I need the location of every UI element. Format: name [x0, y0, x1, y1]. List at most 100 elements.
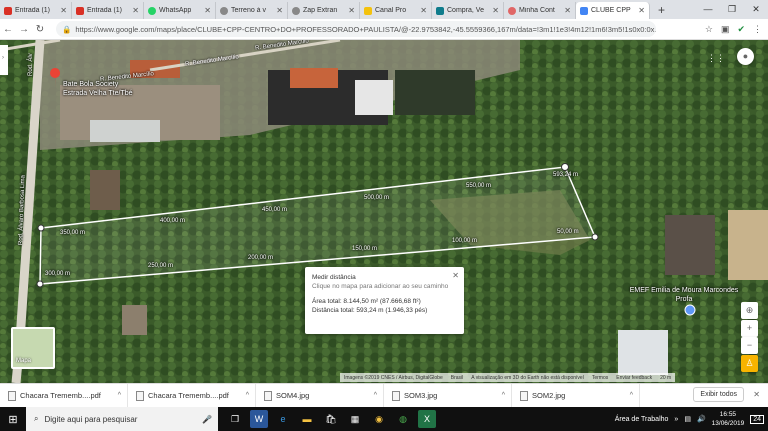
show-all-downloads-button[interactable]: Exibir todos	[693, 387, 744, 402]
close-tab-icon[interactable]: ✕	[276, 6, 283, 15]
forward-icon[interactable]: →	[16, 24, 32, 35]
chevron-up-icon[interactable]: ^	[502, 392, 505, 399]
distance-label: 50,00 m	[557, 229, 579, 235]
search-icon: ⌕	[34, 414, 39, 423]
download-item[interactable]: SOM4.jpg ^	[256, 383, 384, 408]
compass-icon[interactable]: ⊕	[741, 302, 758, 319]
tab-5[interactable]: Canal Pro ✕	[360, 2, 432, 19]
tab-3[interactable]: Terreno à v ✕	[216, 2, 288, 19]
tab-2[interactable]: WhatsApp ✕	[144, 2, 216, 19]
word-icon[interactable]: W	[250, 410, 268, 428]
measure-title: Medir distância	[312, 274, 356, 281]
windows-start-icon[interactable]: ⊞	[0, 413, 26, 426]
close-window-icon[interactable]: ✕	[744, 0, 768, 19]
new-tab-button[interactable]: +	[650, 2, 673, 19]
excel-icon[interactable]: X	[418, 410, 436, 428]
calculator-icon[interactable]: ▦	[346, 410, 364, 428]
taskbar-apps: ❐ W e ▬ 🛍 ▦ ◉ ◍ X	[226, 410, 436, 428]
download-item[interactable]: SOM2.jpg ^	[512, 383, 640, 408]
distance-label: 350,00 m	[60, 230, 86, 236]
extension-icon[interactable]: ▣	[721, 24, 730, 35]
account-icon	[508, 6, 516, 15]
distance-label: 550,00 m	[466, 183, 492, 189]
side-panel-toggle[interactable]: ›	[0, 45, 8, 75]
tab-0[interactable]: Entrada (1) ✕	[0, 2, 72, 19]
task-view-icon[interactable]: ❐	[226, 410, 244, 428]
taskbar-search[interactable]: ⌕ Digite aqui para pesquisar 🎤	[26, 407, 218, 431]
network-icon[interactable]: ▤	[684, 415, 691, 423]
close-tab-icon[interactable]: ✕	[420, 6, 427, 15]
edge-icon[interactable]: e	[274, 410, 292, 428]
poi-school[interactable]: EMEF Emilia de Moura Marcondes Profa	[624, 286, 744, 304]
desktop-label[interactable]: Área de Trabalho	[615, 416, 669, 423]
pdf-file-icon	[8, 390, 16, 401]
compra-icon	[436, 6, 444, 15]
back-icon[interactable]: ←	[0, 24, 16, 35]
apps-grid-icon[interactable]: ⋮⋮	[707, 50, 725, 67]
system-tray: Área de Trabalho » ▤ 🔊 16:55 13/06/2019 …	[615, 407, 768, 431]
chevron-right-icon[interactable]: »	[674, 416, 678, 423]
url-field[interactable]: 🔒 https://www.google.com/maps/place/CLUB…	[56, 21, 656, 37]
zoom-in-button[interactable]: +	[741, 320, 758, 337]
notification-badge[interactable]: 24	[750, 414, 764, 424]
chrome-icon[interactable]: ◍	[394, 410, 412, 428]
measure-area: Área total: 8.144,50 m² (87.666,68 ft²)	[312, 298, 421, 305]
window-controls: — ❐ ✕	[696, 0, 768, 19]
close-tab-icon[interactable]: ✕	[204, 6, 211, 15]
globe-icon	[220, 6, 228, 15]
menu-icon[interactable]: ⋮	[753, 24, 762, 35]
check-extension-icon[interactable]: ✔	[737, 24, 745, 35]
close-tab-icon[interactable]: ✕	[60, 6, 67, 15]
address-bar-row: ← → ↻ 🔒 https://www.google.com/maps/plac…	[0, 19, 768, 40]
tab-1[interactable]: Entrada (1) ✕	[72, 2, 144, 19]
chevron-up-icon[interactable]: ^	[374, 392, 377, 399]
download-item[interactable]: Chacara Trememb....pdf ^	[128, 383, 256, 408]
chevron-up-icon[interactable]: ^	[118, 392, 121, 399]
close-downloads-icon[interactable]: ✕	[753, 390, 760, 399]
close-tab-icon[interactable]: ✕	[564, 6, 571, 15]
distance-label: 100,00 m	[452, 238, 478, 244]
canal-pro-icon	[364, 6, 372, 15]
chevron-up-icon[interactable]: ^	[246, 392, 249, 399]
tab-strip: Entrada (1) ✕ Entrada (1) ✕ WhatsApp ✕ Terr…	[0, 0, 768, 19]
pegman-icon[interactable]: ♙	[741, 355, 758, 372]
terms-link[interactable]: Termos	[592, 375, 608, 381]
measure-distance: Distância total: 593,24 m (1.946,33 pés)	[312, 307, 428, 314]
feedback-link[interactable]: Enviar feedback	[616, 375, 652, 381]
volume-icon[interactable]: 🔊	[697, 415, 706, 423]
close-tab-icon[interactable]: ✕	[492, 6, 499, 15]
close-tab-icon[interactable]: ✕	[638, 6, 645, 15]
chevron-up-icon[interactable]: ^	[630, 392, 633, 399]
file-explorer-icon[interactable]: ▬	[298, 410, 316, 428]
gmail-icon	[4, 6, 12, 15]
maps-icon	[580, 6, 588, 15]
zoom-out-button[interactable]: −	[741, 337, 758, 354]
star-icon[interactable]: ☆	[705, 24, 713, 35]
download-item[interactable]: SOM3.jpg ^	[384, 383, 512, 408]
poi-bate-bola[interactable]: Bate Bola Society Estrada Velha Tte/Tbé	[63, 80, 133, 98]
account-avatar[interactable]: ●	[737, 48, 754, 65]
tab-4[interactable]: Zap Extran ✕	[288, 2, 360, 19]
download-item[interactable]: Chacara Trememb....pdf ^	[0, 383, 128, 408]
downloads-bar: Chacara Trememb....pdf ^ Chacara Trememb.…	[0, 383, 768, 408]
reload-icon[interactable]: ↻	[32, 24, 48, 35]
tab-7[interactable]: Minha Cont ✕	[504, 2, 576, 19]
microphone-icon[interactable]: 🎤	[202, 415, 212, 424]
close-icon[interactable]: ✕	[452, 271, 459, 280]
whatsapp-icon	[148, 6, 156, 15]
maximize-icon[interactable]: ❐	[720, 0, 744, 19]
distance-label: 450,00 m	[262, 207, 288, 213]
norton-icon[interactable]: ◉	[370, 410, 388, 428]
minimize-icon[interactable]: —	[696, 0, 720, 19]
map-type-toggle[interactable]: Mapa	[11, 327, 55, 369]
tab-8-active[interactable]: CLUBE CPP ✕	[576, 2, 650, 19]
close-tab-icon[interactable]: ✕	[132, 6, 139, 15]
close-tab-icon[interactable]: ✕	[348, 6, 355, 15]
gmail-icon	[76, 6, 84, 15]
clock[interactable]: 16:55 13/06/2019	[712, 410, 745, 428]
image-file-icon	[520, 390, 528, 401]
store-icon[interactable]: 🛍	[322, 410, 340, 428]
tab-6[interactable]: Compra, Ve ✕	[432, 2, 504, 19]
scale-label: 20 m	[660, 374, 672, 381]
measure-distance-card: ✕ Medir distância Clique no mapa para ad…	[305, 267, 464, 334]
